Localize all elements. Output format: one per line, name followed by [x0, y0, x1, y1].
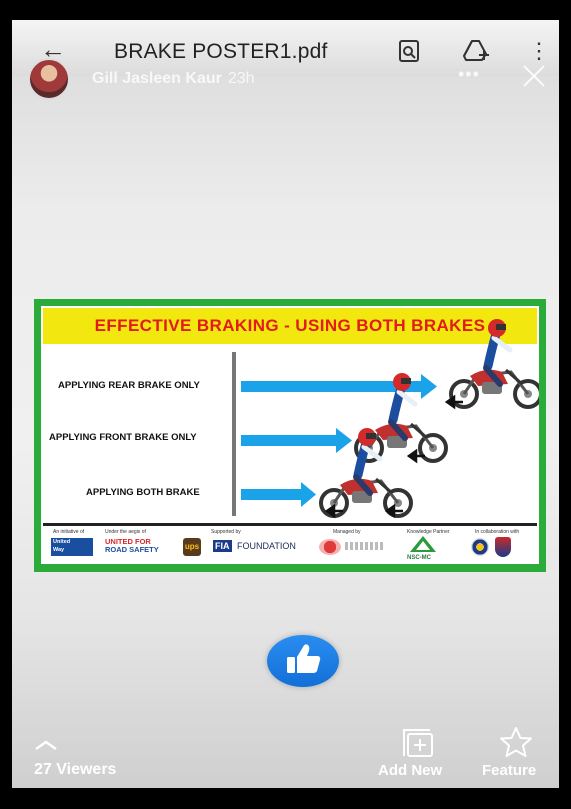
story-viewer: ← BRAKE POSTER1.pdf ⋮ Gill Jasleen Kaur 2… [12, 20, 559, 788]
add-to-drive-icon[interactable] [462, 38, 492, 62]
foundation-logo: FOUNDATION [237, 541, 296, 551]
footer-label-knowledge: Knowledge Partner [407, 529, 450, 535]
poster-footer: An initiative of Under the aegis of Supp… [43, 523, 537, 566]
united-for-road-safety-logo: UNITED FOR ROAD SAFETY [105, 537, 159, 554]
feature-button[interactable]: Feature [482, 762, 536, 779]
viewers-count-button[interactable]: 27 Viewers [34, 761, 116, 779]
nsc-mc-logo: NSC-MC [407, 555, 431, 561]
stopping-distance-illustration [241, 306, 539, 521]
footer-label-initiative: An initiative of [53, 529, 85, 535]
footer-label-supported: Supported by [211, 529, 241, 535]
road-safety-text-logo [345, 542, 385, 550]
united-way-logo: United Way [51, 538, 93, 556]
status-bar [0, 0, 571, 20]
fia-logo: FIA [213, 540, 232, 552]
story-more-button[interactable]: ••• [458, 64, 480, 85]
add-new-button[interactable]: Add New [378, 762, 442, 779]
footer-label-collaboration: In collaboration with [475, 529, 520, 535]
user-name: Gill Jasleen Kaur [92, 70, 222, 87]
footer-label-aegis: Under the aegis of [105, 529, 146, 535]
pdf-title: BRAKE POSTER1.pdf [114, 40, 328, 63]
front-brake-arrow [241, 428, 352, 453]
thumbs-up-icon [287, 644, 321, 673]
collaboration-logo-1 [471, 538, 489, 556]
brake-poster: EFFECTIVE BRAKING - USING BOTH BRAKES AP… [34, 299, 546, 572]
collaboration-logo-2 [495, 537, 511, 557]
story-time: 23h [227, 70, 255, 87]
nsc-mc-logo-icon [410, 536, 436, 552]
motorcycle-rear [451, 319, 539, 407]
both-brake-arrow [241, 482, 316, 507]
managed-by-logo [319, 539, 341, 555]
star-icon[interactable] [497, 726, 535, 758]
close-icon[interactable] [522, 64, 546, 88]
footer-label-managed: Managed by [333, 529, 361, 535]
chevron-up-icon[interactable] [34, 737, 58, 751]
like-reaction-button[interactable] [267, 635, 339, 687]
add-new-icon[interactable] [400, 728, 436, 758]
avatar[interactable] [28, 58, 70, 100]
poster-content: EFFECTIVE BRAKING - USING BOTH BRAKES AP… [41, 306, 539, 564]
story-user[interactable]: Gill Jasleen Kaur 23h [92, 70, 255, 88]
more-vertical-icon[interactable]: ⋮ [528, 38, 550, 64]
search-document-icon[interactable] [398, 39, 420, 63]
navigation-bar [0, 788, 571, 809]
ups-logo: ups [183, 538, 201, 556]
